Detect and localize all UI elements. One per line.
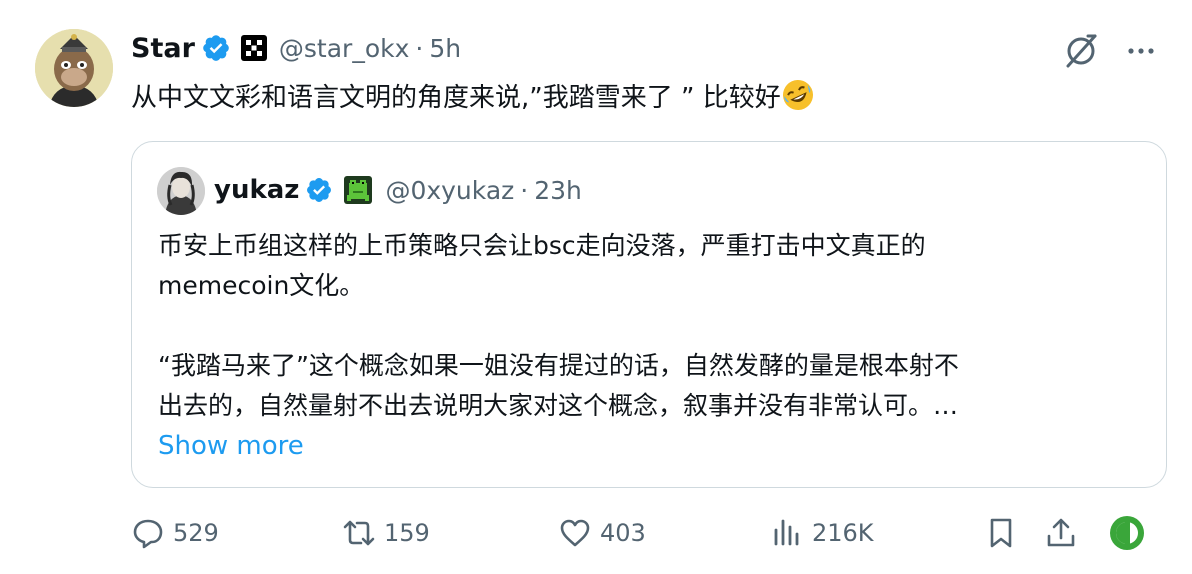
- grok-icon[interactable]: [1062, 32, 1100, 70]
- show-more-link[interactable]: Show more: [158, 426, 304, 466]
- extension-button[interactable]: [1108, 514, 1146, 552]
- quoted-author-handle[interactable]: @0xyukaz: [385, 176, 514, 205]
- like-count: 403: [600, 519, 646, 547]
- quoted-author-avatar[interactable]: [157, 167, 205, 215]
- tweet-top-actions: [1062, 32, 1156, 70]
- repost-button[interactable]: 159: [342, 516, 430, 550]
- bookmark-button[interactable]: [984, 516, 1018, 550]
- tweet-action-bar: 529 159 403 216K: [131, 513, 1161, 553]
- author-name[interactable]: Star: [131, 33, 195, 64]
- reply-count: 529: [173, 519, 219, 547]
- separator-dot: ·: [520, 175, 529, 205]
- quoted-tweet-time[interactable]: 23h: [534, 176, 582, 205]
- share-icon: [1047, 518, 1075, 547]
- reply-icon: [133, 519, 163, 549]
- tweet-time[interactable]: 5h: [429, 34, 461, 63]
- quoted-header: yukaz @0xyukaz · 23h: [214, 172, 582, 208]
- repost-count: 159: [384, 519, 430, 547]
- quoted-text-line: 出去的，自然量射不出去说明大家对这个概念，叙事并没有非常认可。…: [158, 391, 959, 420]
- like-button[interactable]: 403: [558, 516, 646, 550]
- bookmark-icon: [990, 518, 1012, 548]
- rolling-on-floor-laughing-emoji-icon: [782, 80, 813, 110]
- quoted-text-line: 币安上币组这样的上币策略只会让bsc走向没落，严重打击中文真正的: [158, 231, 926, 260]
- green-extension-icon: [1110, 516, 1144, 550]
- quoted-text-line: “我踏马来了”这个概念如果一姐没有提过的话，自然发酵的量是根本射不: [158, 351, 959, 380]
- views-count: 216K: [812, 519, 874, 547]
- views-button[interactable]: 216K: [770, 516, 874, 550]
- separator-dot: ·: [415, 33, 424, 63]
- heart-icon: [560, 519, 590, 547]
- views-chart-icon: [774, 519, 799, 546]
- verified-badge-icon: [203, 35, 229, 61]
- reply-button[interactable]: 529: [131, 516, 219, 550]
- quoted-text: 币安上币组这样的上币策略只会让bsc走向没落，严重打击中文真正的 memecoi…: [158, 226, 1148, 466]
- author-handle[interactable]: @star_okx: [279, 34, 410, 63]
- okx-affiliate-badge-icon[interactable]: [240, 35, 267, 61]
- verified-badge-icon: [307, 178, 332, 202]
- repost-icon: [343, 520, 375, 546]
- quoted-text-line: memecoin文化。: [158, 271, 365, 300]
- quoted-tweet[interactable]: yukaz @0xyukaz · 23h 币安上币组这样的上币策略只会让bsc走…: [131, 141, 1167, 488]
- tweet-text: 从中文文彩和语言文明的角度来说,”我踏雪来了 ” 比较好: [131, 78, 815, 118]
- tweet-text-content: 从中文文彩和语言文明的角度来说,”我踏雪来了 ” 比较好: [131, 83, 781, 113]
- quoted-author-name[interactable]: yukaz: [214, 175, 299, 205]
- more-options-icon[interactable]: [1126, 36, 1156, 66]
- frog-emoji-icon: [344, 176, 373, 204]
- tweet-header: Star @star_okx · 5h: [131, 30, 461, 66]
- author-avatar[interactable]: [35, 29, 113, 107]
- share-button[interactable]: [1044, 516, 1078, 550]
